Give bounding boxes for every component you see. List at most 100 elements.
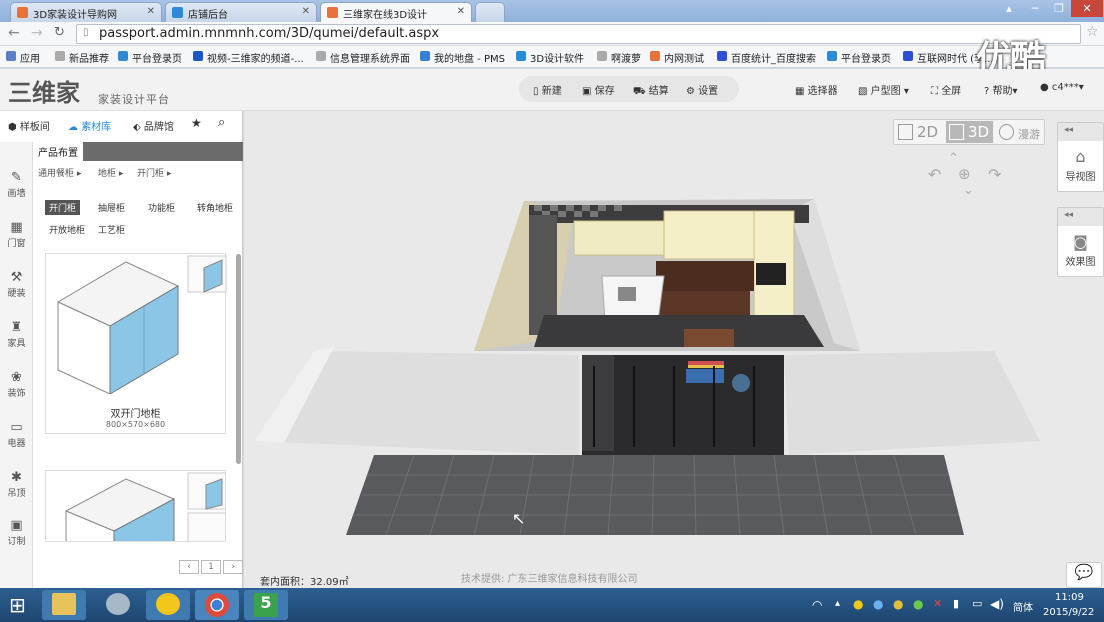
scrollbar-thumb[interactable] bbox=[236, 254, 241, 464]
user-menu[interactable]: ● c4***▾ bbox=[1040, 82, 1084, 93]
category-label[interactable]: 产品布置 bbox=[33, 142, 83, 161]
rotate-left-icon[interactable]: ↶ bbox=[928, 165, 941, 184]
close-window-icon[interactable]: ✕ bbox=[1071, 0, 1103, 17]
tab-close-icon[interactable]: ✕ bbox=[147, 6, 155, 17]
side-nav-item[interactable]: ▭ 电器 bbox=[0, 421, 33, 450]
side-nav-item[interactable]: ▦ 门窗 bbox=[0, 221, 33, 250]
bookmark-item[interactable]: 新品推荐 bbox=[55, 50, 109, 65]
settings-button[interactable]: ⚙ 设置 bbox=[686, 82, 718, 97]
reload-icon[interactable]: ↻ bbox=[54, 25, 65, 40]
product-card[interactable] bbox=[45, 470, 226, 542]
view-walk-button[interactable]: 漫游 bbox=[996, 121, 1044, 143]
page-number[interactable]: 1 bbox=[201, 560, 221, 574]
chip-drawer-cabinet[interactable]: 抽屉柜 bbox=[94, 200, 129, 215]
breadcrumb-item[interactable]: 通用餐柜 ▸ bbox=[38, 166, 81, 179]
chip-door-cabinet[interactable]: 开门柜 bbox=[45, 200, 81, 215]
bookmark-item[interactable]: 内网测试 bbox=[650, 50, 704, 65]
forward-icon[interactable]: → bbox=[31, 25, 43, 41]
bookmark-item[interactable]: 3D设计软件 bbox=[516, 50, 584, 65]
bookmark-label: 我的地盘 - PMS bbox=[434, 54, 505, 65]
explorer-taskbar-icon[interactable] bbox=[42, 590, 86, 620]
chrome-taskbar-icon[interactable] bbox=[195, 590, 239, 620]
side-nav-item[interactable]: ✎ 画墙 bbox=[0, 171, 33, 200]
back-icon[interactable]: ← bbox=[8, 25, 20, 41]
wifi-icon[interactable]: ◠ bbox=[812, 598, 822, 612]
tab-close-icon[interactable]: ✕ bbox=[302, 6, 310, 17]
bookmark-item[interactable]: 平台登录页 bbox=[827, 50, 891, 65]
tray-app-icon[interactable]: ● bbox=[873, 597, 883, 611]
browser-tab-2[interactable]: 店铺后台 ✕ bbox=[165, 2, 317, 22]
save-button[interactable]: ▣ 保存 bbox=[582, 82, 615, 97]
tab-material-library[interactable]: ☁ 素材库 bbox=[68, 118, 111, 133]
product-card[interactable]: 双开门地柜 800×570×680 bbox=[45, 253, 227, 434]
tray-app-icon[interactable]: ✕ bbox=[933, 597, 942, 610]
tab-brand-hall[interactable]: ⬖ 品牌馆 bbox=[133, 118, 174, 133]
checkout-button[interactable]: ⛟ 结算 bbox=[633, 82, 669, 99]
breadcrumb-item[interactable]: 地柜 ▸ bbox=[98, 166, 123, 179]
bookmark-item[interactable]: 平台登录页 bbox=[118, 50, 182, 65]
fullscreen-button[interactable]: ⛶ 全屏 bbox=[931, 82, 961, 97]
rotate-right-icon[interactable]: ↷ bbox=[988, 165, 1001, 184]
browser-tab-3[interactable]: 三维家在线3D设计 ✕ bbox=[320, 2, 472, 22]
side-nav-item[interactable]: ⚒ 硬装 bbox=[0, 271, 33, 300]
language-indicator[interactable]: 简体 bbox=[1013, 599, 1033, 614]
tray-up-icon[interactable]: ▴ bbox=[835, 598, 840, 609]
view-3d-button[interactable]: 3D bbox=[946, 121, 994, 143]
side-nav-item[interactable]: ✱ 吊顶 bbox=[0, 471, 33, 500]
view-2d-button[interactable]: 2D bbox=[895, 121, 942, 143]
start-windows-icon[interactable]: ⊞ bbox=[9, 593, 26, 617]
help-button[interactable]: ? 帮助▾ bbox=[984, 82, 1018, 97]
bookmark-item[interactable]: 百度统计_百度搜索 bbox=[717, 50, 816, 65]
rotate-up-icon[interactable]: ⌃ bbox=[948, 151, 959, 166]
collapse-icon[interactable]: ◂◂ bbox=[1058, 208, 1103, 226]
side-nav-item[interactable]: ▣ 订制 bbox=[0, 519, 33, 548]
new-tab-button[interactable] bbox=[475, 2, 505, 22]
search-icon[interactable]: ⌕ bbox=[218, 115, 225, 130]
chat-icon[interactable]: 💬 bbox=[1066, 562, 1102, 588]
volume-icon[interactable]: ◀) bbox=[990, 597, 1004, 611]
bookmark-item[interactable]: 信息管理系统界面 bbox=[316, 50, 410, 65]
collapse-icon[interactable]: ◂◂ bbox=[1058, 123, 1103, 141]
app5-taskbar-icon[interactable]: 5 bbox=[244, 590, 288, 620]
bookmark-item[interactable]: 视频-三维家的频道-... bbox=[193, 50, 304, 65]
tab-showroom[interactable]: ⬢ 样板间 bbox=[8, 118, 50, 133]
qq-taskbar-icon[interactable] bbox=[146, 590, 190, 620]
browser-tab-1[interactable]: 3D家装设计导购网 ✕ bbox=[10, 2, 162, 22]
app-taskbar-icon[interactable] bbox=[96, 590, 140, 620]
bookmark-star-icon[interactable]: ☆ bbox=[1086, 24, 1099, 40]
rotate-down-icon[interactable]: ⌄ bbox=[963, 183, 974, 198]
side-nav-item[interactable]: ♜ 家具 bbox=[0, 321, 33, 350]
tray-app-icon[interactable]: ● bbox=[893, 597, 903, 611]
floorplan-button[interactable]: ▧ 户型图 ▾ bbox=[858, 82, 909, 97]
prev-page-button[interactable]: ‹ bbox=[179, 560, 199, 574]
new-button[interactable]: ▯ 新建 bbox=[533, 82, 562, 97]
bookmark-item[interactable]: 啊渡萝 bbox=[597, 50, 641, 65]
clock-date[interactable]: 2015/9/22 bbox=[1043, 607, 1094, 618]
tray-app-icon[interactable]: ● bbox=[853, 597, 863, 611]
maximize-icon[interactable]: ❐ bbox=[1046, 0, 1072, 17]
bookmark-item[interactable]: 我的地盘 - PMS bbox=[420, 50, 505, 65]
camera-navigator[interactable]: ⌃ ↶ ⊕ ↷ ⌄ bbox=[928, 151, 1008, 201]
tray-app-icon[interactable]: ▮ bbox=[953, 597, 959, 610]
clock-time[interactable]: 11:09 bbox=[1055, 592, 1084, 603]
network-icon[interactable]: ▭ bbox=[972, 597, 982, 610]
url-input[interactable]: ▯ passport.admin.mnmnh.com/3D/qumei/defa… bbox=[76, 24, 1081, 44]
tab-close-icon[interactable]: ✕ bbox=[457, 6, 465, 17]
navigator-panel[interactable]: ◂◂ ⌂ 导视图 bbox=[1057, 122, 1104, 192]
selector-button[interactable]: ▦ 选择器 bbox=[795, 82, 838, 97]
render-panel[interactable]: ◂◂ ◙ 效果图 bbox=[1057, 207, 1104, 277]
chip-craft-cabinet[interactable]: 工艺柜 bbox=[94, 222, 129, 237]
next-page-button[interactable]: › bbox=[223, 560, 243, 574]
bookmark-item[interactable]: 应用 bbox=[6, 50, 40, 65]
chip-corner-cabinet[interactable]: 转角地柜 bbox=[193, 200, 237, 215]
side-nav-item[interactable]: ❀ 装饰 bbox=[0, 371, 33, 400]
chip-open-cabinet[interactable]: 开放地柜 bbox=[45, 222, 89, 237]
tray-app-icon[interactable]: ● bbox=[913, 597, 923, 611]
user-icon[interactable]: ▴ bbox=[996, 0, 1022, 17]
move-center-icon[interactable]: ⊕ bbox=[958, 165, 971, 183]
minimize-icon[interactable]: ─ bbox=[1022, 0, 1048, 17]
breadcrumb-item[interactable]: 开门柜 ▸ bbox=[137, 166, 171, 179]
chip-function-cabinet[interactable]: 功能柜 bbox=[144, 200, 179, 215]
favorite-star-icon[interactable]: ★ bbox=[191, 116, 202, 130]
3d-viewport[interactable]: ⌃ ↶ ⊕ ↷ ⌄ ↖ bbox=[244, 111, 1104, 588]
